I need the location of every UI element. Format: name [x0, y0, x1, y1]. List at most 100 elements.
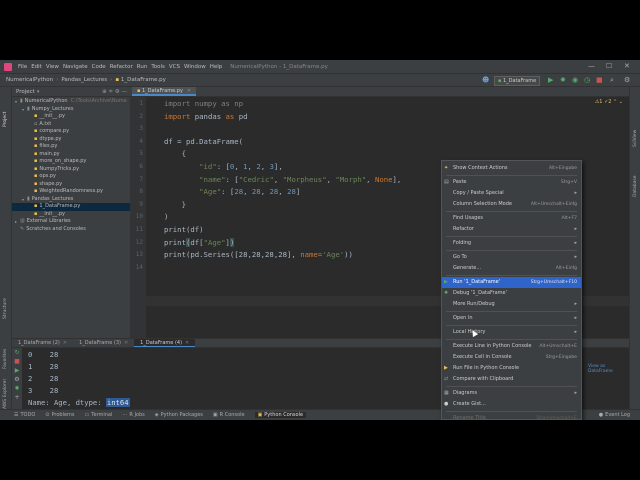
- project-tree-item[interactable]: ▪ __init__.py: [12, 211, 130, 219]
- menu-navigate[interactable]: Navigate: [61, 64, 90, 70]
- project-tree-item[interactable]: ▸ ▥ External Libraries: [12, 218, 130, 226]
- tool-tab-todo[interactable]: ☰ TODO: [14, 412, 35, 418]
- project-tree-item[interactable]: ▪ files.py: [12, 143, 130, 151]
- tool-window-database[interactable]: Database: [633, 176, 638, 197]
- console-tab-3[interactable]: 1_DataFrame (3) ✕: [73, 339, 134, 347]
- tool-window-structure[interactable]: Structure: [3, 298, 8, 319]
- project-tree-item[interactable]: ▾ ▮ Numpy_Lectures: [12, 106, 130, 114]
- menu-help[interactable]: Help: [208, 64, 225, 70]
- project-tree-item[interactable]: ▪ 1_DataFrame.py: [12, 203, 130, 211]
- project-tree-item[interactable]: ▪ WeightedRandomness.py: [12, 188, 130, 196]
- menu-item-folding[interactable]: Folding ▸: [442, 238, 581, 249]
- menu-item-execute-cell-in-console[interactable]: Execute Cell in Console Strg+Eingabe: [442, 352, 581, 363]
- close-tab-icon[interactable]: ✕: [124, 340, 128, 346]
- tool-window-project[interactable]: Project: [3, 112, 8, 127]
- close-icon[interactable]: ✕: [624, 62, 630, 70]
- menu-item-execute-line-in-python-console[interactable]: Execute Line in Python Console Alt+Umscha…: [442, 341, 581, 352]
- menu-item-go-to[interactable]: Go To ▸: [442, 252, 581, 263]
- menu-item-more-run-debug[interactable]: More Run/Debug ▸: [442, 299, 581, 310]
- project-tree-item[interactable]: ▫ A.txt: [12, 121, 130, 129]
- project-tree-item[interactable]: ▪ ops.py: [12, 173, 130, 181]
- tool-tab-r-console[interactable]: ▣ R Console: [213, 412, 245, 418]
- chevron-down-icon[interactable]: ▾: [37, 89, 40, 95]
- menu-item-column-selection-mode[interactable]: Column Selection Mode Alt+Umschalt+Einfg: [442, 199, 581, 210]
- menu-tools[interactable]: Tools: [149, 64, 167, 70]
- panel-options-icon[interactable]: ⊕ ≑ ⚙ —: [102, 89, 127, 95]
- run-icon[interactable]: ▶: [548, 76, 553, 85]
- user-icon[interactable]: ☻: [482, 76, 489, 85]
- tool-window-favorites[interactable]: Favorites: [3, 349, 8, 369]
- tool-window-sciview[interactable]: SciView: [633, 130, 638, 147]
- run-with-coverage-icon[interactable]: ◉: [572, 76, 578, 85]
- project-tree-item[interactable]: ▾ ▮ Pandas_Lectures: [12, 196, 130, 204]
- close-tab-icon[interactable]: ✕: [63, 340, 67, 346]
- menu-item-refactor[interactable]: Refactor ▸: [442, 224, 581, 235]
- close-tab-icon[interactable]: ✕: [185, 340, 189, 346]
- menu-item-find-usages[interactable]: Find Usages Alt+F7: [442, 213, 581, 224]
- settings-icon[interactable]: ⚙: [12, 375, 22, 384]
- menu-item-create-gist[interactable]: ● Create Gist...: [442, 399, 581, 410]
- menu-item-run-1-dataframe[interactable]: ▶ Run '1_DataFrame' Strg+Umschalt+F10: [442, 277, 581, 288]
- debug-icon[interactable]: ✹: [12, 384, 22, 393]
- menu-item-generate[interactable]: Generate... Alt+Einfg: [442, 263, 581, 274]
- run-configuration-select[interactable]: ▪ 1_DataFrame▾: [494, 76, 540, 92]
- menu-code[interactable]: Code: [90, 64, 108, 70]
- inspection-warning-icon[interactable]: ⚠1 ✓2 ⌃ ⌄: [595, 99, 623, 105]
- close-tab-icon[interactable]: ✕: [187, 88, 191, 94]
- menu-item-paste[interactable]: ▤ Paste Strg+V: [442, 177, 581, 188]
- view-as-dataframe-link[interactable]: View as DataFrame: [588, 364, 629, 374]
- code-token: ,: [260, 162, 270, 171]
- tool-tab-problems[interactable]: ⊙ Problems: [45, 412, 74, 418]
- menu-item-show-context-actions[interactable]: ✦ Show Context Actions Alt+Eingabe: [442, 163, 581, 174]
- menu-item-compare-with-clipboard[interactable]: ⇄ Compare with Clipboard: [442, 374, 581, 385]
- profile-icon[interactable]: ◷: [584, 76, 590, 85]
- add-console-icon[interactable]: +: [12, 393, 22, 402]
- menu-refactor[interactable]: Refactor: [108, 64, 135, 70]
- editor-tab-active[interactable]: ▪ 1_DataFrame.py ✕: [132, 87, 197, 96]
- breadcrumb-project[interactable]: NumericalPython: [6, 77, 53, 83]
- tool-tab-python-packages[interactable]: ◈ Python Packages: [155, 412, 203, 418]
- menu-item-debug-1-dataframe[interactable]: ✹ Debug '1_DataFrame': [442, 288, 581, 299]
- console-tab-2[interactable]: 1_DataFrame (2) ✕: [12, 339, 73, 347]
- project-tree-item[interactable]: ▪ NumpyTricks.py: [12, 166, 130, 174]
- menu-vcs[interactable]: VCS: [167, 64, 182, 70]
- menu-run[interactable]: Run: [135, 64, 150, 70]
- project-panel-title[interactable]: Project: [16, 89, 35, 95]
- stop-icon[interactable]: ■: [596, 76, 603, 85]
- project-tree-item[interactable]: ▪ dtype.py: [12, 136, 130, 144]
- event-log[interactable]: ● Event Log: [599, 412, 630, 418]
- menu-item-local-history[interactable]: Local History ▸: [442, 327, 581, 338]
- project-tree-item[interactable]: ▾ ▮ NumericalPython C:\Tools\Archive\Nume: [12, 98, 130, 106]
- project-tree-item[interactable]: ▪ more_on_shape.py: [12, 158, 130, 166]
- search-everywhere-icon[interactable]: ⌕: [610, 76, 614, 85]
- project-tree-item[interactable]: ▪ main.py: [12, 151, 130, 159]
- execute-icon[interactable]: ▶: [12, 366, 22, 375]
- menu-view[interactable]: View: [44, 64, 61, 70]
- minimize-icon[interactable]: —: [588, 62, 595, 70]
- project-tree-item[interactable]: ▪ compare.py: [12, 128, 130, 136]
- menu-item-diagrams[interactable]: ▦ Diagrams ▸: [442, 388, 581, 399]
- tool-window-aws-explorer[interactable]: AWS Explorer: [3, 379, 8, 409]
- maximize-icon[interactable]: ☐: [606, 62, 612, 70]
- tool-tab-terminal[interactable]: ▭ Terminal: [85, 412, 113, 418]
- menu-file[interactable]: File: [16, 64, 29, 70]
- stop-icon[interactable]: ■: [12, 357, 22, 366]
- menu-item-run-file-in-python-console[interactable]: ▶ Run File in Python Console: [442, 363, 581, 374]
- breadcrumb-folder[interactable]: Pandas_Lectures: [61, 77, 107, 83]
- menu-item-open-in[interactable]: Open In ▸: [442, 313, 581, 324]
- rerun-icon[interactable]: ↻: [12, 348, 22, 357]
- settings-icon[interactable]: ⚙: [624, 76, 630, 85]
- breadcrumb-file[interactable]: ▪ 1_DataFrame.py: [115, 77, 166, 83]
- project-tree-item[interactable]: ✎ Scratches and Consoles: [12, 226, 130, 234]
- project-tree-item[interactable]: ▪ shape.py: [12, 181, 130, 189]
- project-tree-item-label: A.txt: [39, 120, 52, 127]
- project-tree-item[interactable]: ▪ __init__.py: [12, 113, 130, 121]
- menu-window[interactable]: Window: [182, 64, 208, 70]
- project-tree-item-label: main.py: [39, 150, 60, 157]
- tool-tab-python-console[interactable]: ▣ Python Console: [254, 412, 307, 418]
- menu-edit[interactable]: Edit: [29, 64, 44, 70]
- debug-icon[interactable]: ✹: [560, 76, 566, 85]
- menu-item-copy-paste-special[interactable]: Copy / Paste Special ▸: [442, 188, 581, 199]
- tool-tab-r-jobs[interactable]: ⋯ R Jobs: [122, 412, 144, 418]
- console-tab-4[interactable]: 1_DataFrame (4) ✕: [134, 339, 196, 347]
